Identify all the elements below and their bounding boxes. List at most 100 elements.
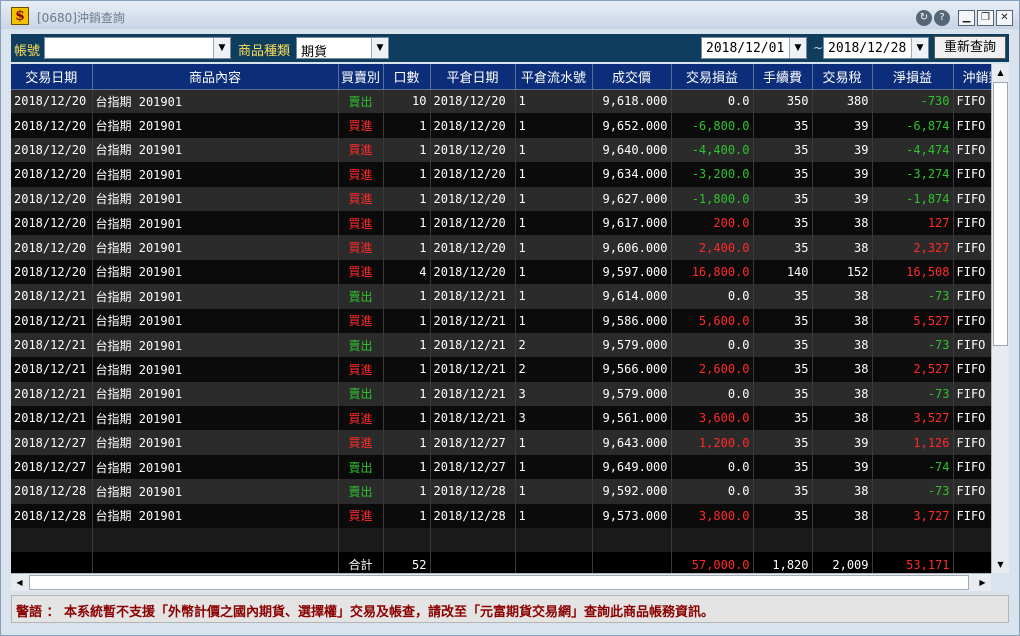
fee-cell: 35 xyxy=(753,430,813,455)
column-header[interactable]: 平倉流水號 xyxy=(515,64,593,90)
table-row[interactable]: 2018/12/21 台指期 201901 賣出 1 2018/12/21 1 9,614.… xyxy=(11,284,991,309)
offset-method-cell: FIFO xyxy=(953,235,991,260)
trade-pl-cell: 3,600.0 xyxy=(671,406,754,431)
close-serial-cell: 3 xyxy=(515,406,593,431)
scrollbar-corner xyxy=(991,573,1009,591)
close-date-cell: 2018/12/28 xyxy=(430,479,516,504)
side-cell: 買進 xyxy=(338,235,384,260)
help-icon[interactable]: ? xyxy=(934,10,950,26)
column-header[interactable]: 沖銷類 xyxy=(953,64,991,90)
table-row[interactable]: 2018/12/28 台指期 201901 賣出 1 2018/12/28 1 9,592.… xyxy=(11,479,991,504)
table-row[interactable]: 2018/12/21 台指期 201901 賣出 1 2018/12/21 3 9,579.… xyxy=(11,381,991,407)
column-header[interactable]: 交易損益 xyxy=(671,64,754,90)
table-row[interactable]: 2018/12/21 台指期 201901 賣出 1 2018/12/21 2 9,579.… xyxy=(11,332,991,358)
tax-cell: 39 xyxy=(812,137,873,163)
column-header[interactable]: 淨損益 xyxy=(872,64,954,90)
chevron-down-icon[interactable]: ▼ xyxy=(371,38,388,58)
trade-pl-cell: 0.0 xyxy=(671,381,754,407)
close-serial-cell: 1 xyxy=(515,210,593,236)
minimize-button[interactable]: ▁ xyxy=(958,10,975,26)
lots-cell: 1 xyxy=(383,210,431,236)
table-row[interactable]: 2018/12/20 台指期 201901 買進 4 2018/12/20 1 9,597.… xyxy=(11,259,991,285)
product-cell: 台指期 201901 xyxy=(92,137,339,163)
product-cell: 台指期 201901 xyxy=(92,210,339,236)
product-cell: 台指期 201901 xyxy=(92,113,339,138)
column-header[interactable]: 平倉日期 xyxy=(430,64,516,90)
trade-pl-cell: 3,800.0 xyxy=(671,503,754,529)
tax-cell: 38 xyxy=(812,357,873,382)
table-row[interactable]: 2018/12/20 台指期 201901 賣出 10 2018/12/20 1 9,618… xyxy=(11,89,991,114)
maximize-button[interactable]: ❐ xyxy=(977,10,994,26)
table-row[interactable]: 2018/12/21 台指期 201901 買進 1 2018/12/21 1 9,586.… xyxy=(11,308,991,333)
price-cell: 9,634.000 xyxy=(592,162,672,187)
side-cell: 買進 xyxy=(338,113,384,138)
horizontal-scrollbar[interactable]: ◀ ▶ xyxy=(11,573,991,591)
product-type-select[interactable]: 期貨 ▼ xyxy=(296,37,389,60)
table-row[interactable]: 2018/12/20 台指期 201901 買進 1 2018/12/20 1 9,640.… xyxy=(11,137,991,163)
column-header[interactable]: 手續費 xyxy=(753,64,813,90)
fee-cell: 350 xyxy=(753,89,813,114)
scroll-left-icon[interactable]: ◀ xyxy=(11,574,28,591)
chevron-down-icon[interactable]: ▼ xyxy=(213,38,230,58)
side-cell: 賣出 xyxy=(338,284,384,309)
scroll-up-icon[interactable]: ▲ xyxy=(992,64,1009,81)
table-row[interactable]: 2018/12/21 台指期 201901 買進 1 2018/12/21 3 9,561.… xyxy=(11,406,991,431)
close-button[interactable]: ✕ xyxy=(996,10,1013,26)
table-row[interactable]: 2018/12/27 台指期 201901 賣出 1 2018/12/27 1 9,649.… xyxy=(11,454,991,480)
close-serial-cell: 1 xyxy=(515,430,593,455)
close-date-cell: 2018/12/21 xyxy=(430,406,516,431)
scroll-down-icon[interactable]: ▼ xyxy=(992,556,1009,573)
fee-cell: 35 xyxy=(753,381,813,407)
table-row[interactable]: 2018/12/20 台指期 201901 買進 1 2018/12/20 1 9,634.… xyxy=(11,162,991,187)
product-cell: 台指期 201901 xyxy=(92,259,339,285)
account-select[interactable]: ▼ xyxy=(44,37,231,59)
date-to-value: 2018/12/28 xyxy=(828,41,907,56)
offset-grid[interactable]: 交易日期 商品內容 買賣別 口數 平倉日期 平倉流水號 成交價 交易損益 手續費 交易稅 淨損益 沖銷… xyxy=(11,64,991,573)
vertical-scrollbar[interactable]: ▲ ▼ xyxy=(991,64,1009,573)
net-pl-cell: -73 xyxy=(872,479,954,504)
column-header[interactable]: 買賣別 xyxy=(338,64,384,90)
offset-method-cell: FIFO xyxy=(953,113,991,138)
table-row[interactable]: 2018/12/20 台指期 201901 買進 1 2018/12/20 1 9,617.… xyxy=(11,210,991,236)
chevron-down-icon[interactable]: ▼ xyxy=(789,38,806,58)
empty-cell xyxy=(872,528,954,553)
side-cell: 買進 xyxy=(338,430,384,455)
product-cell: 台指期 201901 xyxy=(92,235,339,260)
tax-cell: 39 xyxy=(812,162,873,187)
price-cell: 9,566.000 xyxy=(592,357,672,382)
trade-date-cell: 2018/12/27 xyxy=(11,430,93,455)
tax-cell: 380 xyxy=(812,89,873,114)
chevron-down-icon[interactable]: ▼ xyxy=(911,38,928,58)
column-header[interactable]: 口數 xyxy=(383,64,431,90)
column-header[interactable]: 成交價 xyxy=(592,64,672,90)
title-bar[interactable]: $ [0680]沖銷查詢 ↻ ? ▁ ❐ ✕ xyxy=(1,1,1019,29)
column-header[interactable]: 交易稅 xyxy=(812,64,873,90)
horizontal-scroll-thumb[interactable] xyxy=(29,575,969,590)
table-row[interactable]: 2018/12/28 台指期 201901 買進 1 2018/12/28 1 9,573.… xyxy=(11,503,991,529)
lots-cell: 1 xyxy=(383,479,431,504)
lots-cell: 1 xyxy=(383,430,431,455)
column-header[interactable]: 商品內容 xyxy=(92,64,339,90)
close-date-cell: 2018/12/21 xyxy=(430,381,516,407)
table-row[interactable]: 2018/12/20 台指期 201901 買進 1 2018/12/20 1 9,627.… xyxy=(11,186,991,211)
close-date-cell: 2018/12/21 xyxy=(430,284,516,309)
table-row[interactable]: 2018/12/21 台指期 201901 買進 1 2018/12/21 2 9,566.… xyxy=(11,357,991,382)
restore-icon[interactable]: ↻ xyxy=(916,10,932,26)
vertical-scroll-thumb[interactable] xyxy=(993,82,1008,346)
side-cell: 買進 xyxy=(338,357,384,382)
table-row[interactable]: 2018/12/20 台指期 201901 買進 1 2018/12/20 1 9,606.… xyxy=(11,235,991,260)
table-row[interactable]: 2018/12/20 台指期 201901 買進 1 2018/12/20 1 9,652.… xyxy=(11,113,991,138)
close-date-cell: 2018/12/20 xyxy=(430,113,516,138)
column-header[interactable]: 交易日期 xyxy=(11,64,93,90)
requery-button[interactable]: 重新查詢 xyxy=(934,36,1006,59)
product-cell: 台指期 201901 xyxy=(92,284,339,309)
table-row[interactable]: 2018/12/27 台指期 201901 買進 1 2018/12/27 1 9,643.… xyxy=(11,430,991,455)
date-from-picker[interactable]: 2018/12/01 ▼ xyxy=(701,37,807,59)
scroll-right-icon[interactable]: ▶ xyxy=(974,574,991,591)
trade-pl-cell: 2,400.0 xyxy=(671,235,754,260)
date-to-picker[interactable]: 2018/12/28 ▼ xyxy=(823,37,929,59)
close-serial-cell: 1 xyxy=(515,454,593,480)
fee-cell: 35 xyxy=(753,479,813,504)
trade-date-cell: 2018/12/28 xyxy=(11,479,93,504)
lots-cell: 4 xyxy=(383,259,431,285)
